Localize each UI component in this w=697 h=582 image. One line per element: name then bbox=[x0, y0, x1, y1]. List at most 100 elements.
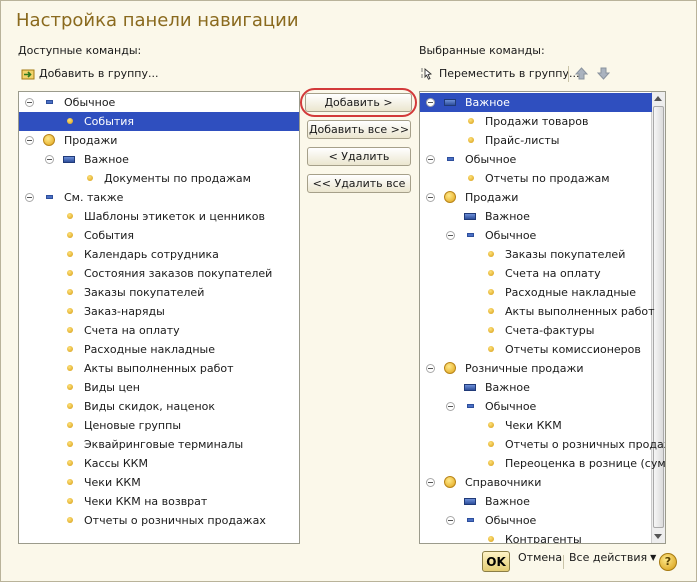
left-tree-item[interactable]: Отчеты о розничных продажах bbox=[19, 511, 299, 530]
available-commands-tree[interactable]: Обычное События Продажи Важное Документы по … bbox=[18, 91, 300, 544]
left-tree-item[interactable]: События bbox=[19, 112, 299, 131]
right-tree-item[interactable]: Контрагенты bbox=[420, 530, 665, 543]
add-button[interactable]: Добавить > bbox=[305, 93, 412, 112]
command-dot-icon bbox=[67, 213, 73, 219]
right-tree-item[interactable]: Продажи товаров bbox=[420, 112, 665, 131]
right-tree-item[interactable]: Обычное bbox=[420, 511, 665, 530]
important-section-icon bbox=[464, 498, 476, 505]
collapse-toggle-icon[interactable] bbox=[426, 155, 435, 164]
right-tree-item[interactable]: Справочники bbox=[420, 473, 665, 492]
tree-item-label: Обычное bbox=[465, 153, 517, 166]
left-tree-item[interactable]: Шаблоны этикеток и ценников bbox=[19, 207, 299, 226]
right-tree-item[interactable]: Прайс-листы bbox=[420, 131, 665, 150]
collapse-toggle-icon[interactable] bbox=[426, 364, 435, 373]
command-dot-icon bbox=[468, 118, 474, 124]
left-tree-item[interactable]: Счета на оплату bbox=[19, 321, 299, 340]
command-dot-icon bbox=[67, 118, 73, 124]
collapse-toggle-icon[interactable] bbox=[25, 136, 34, 145]
right-tree-item[interactable]: Обычное bbox=[420, 150, 665, 169]
left-tree-item[interactable]: Заказ-наряды bbox=[19, 302, 299, 321]
scroll-up-icon[interactable] bbox=[654, 96, 662, 101]
left-tree-item[interactable]: См. также bbox=[19, 188, 299, 207]
right-tree-item[interactable]: Отчеты по продажам bbox=[420, 169, 665, 188]
left-tree-item[interactable]: Обычное bbox=[19, 93, 299, 112]
group-folder-icon bbox=[444, 191, 456, 203]
tree-item-label: Чеки ККМ bbox=[84, 476, 141, 489]
left-tree-item[interactable]: Виды скидок, наценок bbox=[19, 397, 299, 416]
move-down-icon[interactable] bbox=[596, 67, 611, 80]
tree-item-label: Чеки ККМ на возврат bbox=[84, 495, 208, 508]
right-tree-item[interactable]: Обычное bbox=[420, 226, 665, 245]
right-tree-item[interactable]: Счета на оплату bbox=[420, 264, 665, 283]
tree-item-label: Эквайринговые терминалы bbox=[84, 438, 244, 451]
command-dot-icon bbox=[488, 422, 494, 428]
left-tree-item[interactable]: Важное bbox=[19, 150, 299, 169]
right-tree-item[interactable]: Отчеты комиссионеров bbox=[420, 340, 665, 359]
tree-item-label: Акты выполненных работ bbox=[505, 305, 655, 318]
left-tree-item[interactable]: Чеки ККМ на возврат bbox=[19, 492, 299, 511]
tree-item-label: Переоценка в рознице (сум... bbox=[505, 457, 666, 470]
move-up-icon[interactable] bbox=[574, 67, 589, 80]
collapse-toggle-icon[interactable] bbox=[426, 478, 435, 487]
right-tree-item[interactable]: Заказы покупателей bbox=[420, 245, 665, 264]
selected-commands-tree[interactable]: Важное Продажи товаров Прайс-листы Обычное О… bbox=[419, 91, 666, 544]
right-tree-item[interactable]: Счета-фактуры bbox=[420, 321, 665, 340]
left-tree-item[interactable]: Расходные накладные bbox=[19, 340, 299, 359]
left-tree-item[interactable]: Акты выполненных работ bbox=[19, 359, 299, 378]
right-tree-item[interactable]: Переоценка в рознице (сум... bbox=[420, 454, 665, 473]
cancel-button[interactable]: Отмена bbox=[518, 551, 562, 564]
right-tree-item[interactable]: Отчеты о розничных продажах bbox=[420, 435, 665, 454]
tree-item-label: Счета на оплату bbox=[84, 324, 180, 337]
collapse-toggle-icon[interactable] bbox=[446, 402, 455, 411]
right-tree-item[interactable]: Розничные продажи bbox=[420, 359, 665, 378]
right-tree-item[interactable]: Акты выполненных работ bbox=[420, 302, 665, 321]
tree-item-label: Отчеты комиссионеров bbox=[505, 343, 641, 356]
tree-item-label: Чеки ККМ bbox=[505, 419, 562, 432]
command-dot-icon bbox=[67, 441, 73, 447]
collapse-toggle-icon[interactable] bbox=[446, 231, 455, 240]
collapse-toggle-icon[interactable] bbox=[25, 98, 34, 107]
left-tree-item[interactable]: Документы по продажам bbox=[19, 169, 299, 188]
right-tree-item[interactable]: Важное bbox=[420, 492, 665, 511]
add-to-group-button[interactable]: Добавить в группу... bbox=[21, 67, 159, 80]
right-tree-item[interactable]: Расходные накладные bbox=[420, 283, 665, 302]
collapse-toggle-icon[interactable] bbox=[426, 193, 435, 202]
collapse-toggle-icon[interactable] bbox=[446, 516, 455, 525]
regular-section-icon bbox=[46, 100, 53, 104]
command-dot-icon bbox=[67, 365, 73, 371]
tree-item-label: Кассы ККМ bbox=[84, 457, 148, 470]
right-tree-item[interactable]: Чеки ККМ bbox=[420, 416, 665, 435]
right-tree-item[interactable]: Важное bbox=[420, 378, 665, 397]
remove-button[interactable]: < Удалить bbox=[307, 147, 411, 166]
collapse-toggle-icon[interactable] bbox=[426, 98, 435, 107]
right-tree-item[interactable]: Обычное bbox=[420, 397, 665, 416]
left-tree-item[interactable]: Заказы покупателей bbox=[19, 283, 299, 302]
move-to-group-icon bbox=[421, 67, 435, 80]
left-tree-item[interactable]: Состояния заказов покупателей bbox=[19, 264, 299, 283]
group-folder-icon bbox=[444, 476, 456, 488]
left-tree-item[interactable]: Продажи bbox=[19, 131, 299, 150]
toolbar-separator bbox=[568, 66, 569, 82]
ok-button[interactable]: OK bbox=[482, 551, 510, 572]
tree-item-label: Отчеты по продажам bbox=[485, 172, 610, 185]
tree-item-label: Справочники bbox=[465, 476, 542, 489]
left-tree-item[interactable]: Ценовые группы bbox=[19, 416, 299, 435]
right-tree-item[interactable]: Важное bbox=[420, 93, 652, 112]
right-tree-item[interactable]: Важное bbox=[420, 207, 665, 226]
left-tree-item[interactable]: Календарь сотрудника bbox=[19, 245, 299, 264]
left-tree-item[interactable]: Эквайринговые терминалы bbox=[19, 435, 299, 454]
left-tree-item[interactable]: Кассы ККМ bbox=[19, 454, 299, 473]
left-tree-item[interactable]: Виды цен bbox=[19, 378, 299, 397]
move-to-group-button[interactable]: Переместить в группу... bbox=[421, 67, 579, 80]
collapse-toggle-icon[interactable] bbox=[25, 193, 34, 202]
left-tree-item[interactable]: Чеки ККМ bbox=[19, 473, 299, 492]
all-actions-menu[interactable]: Все действия ▼ bbox=[569, 551, 656, 564]
add-all-button[interactable]: Добавить все >> bbox=[307, 120, 411, 139]
available-commands-label: Доступные команды: bbox=[18, 44, 142, 57]
collapse-toggle-icon[interactable] bbox=[45, 155, 54, 164]
right-tree-item[interactable]: Продажи bbox=[420, 188, 665, 207]
left-tree-item[interactable]: События bbox=[19, 226, 299, 245]
help-button[interactable]: ? bbox=[659, 553, 677, 571]
remove-all-button[interactable]: << Удалить все bbox=[307, 174, 411, 193]
tree-item-label: Счета-фактуры bbox=[505, 324, 595, 337]
